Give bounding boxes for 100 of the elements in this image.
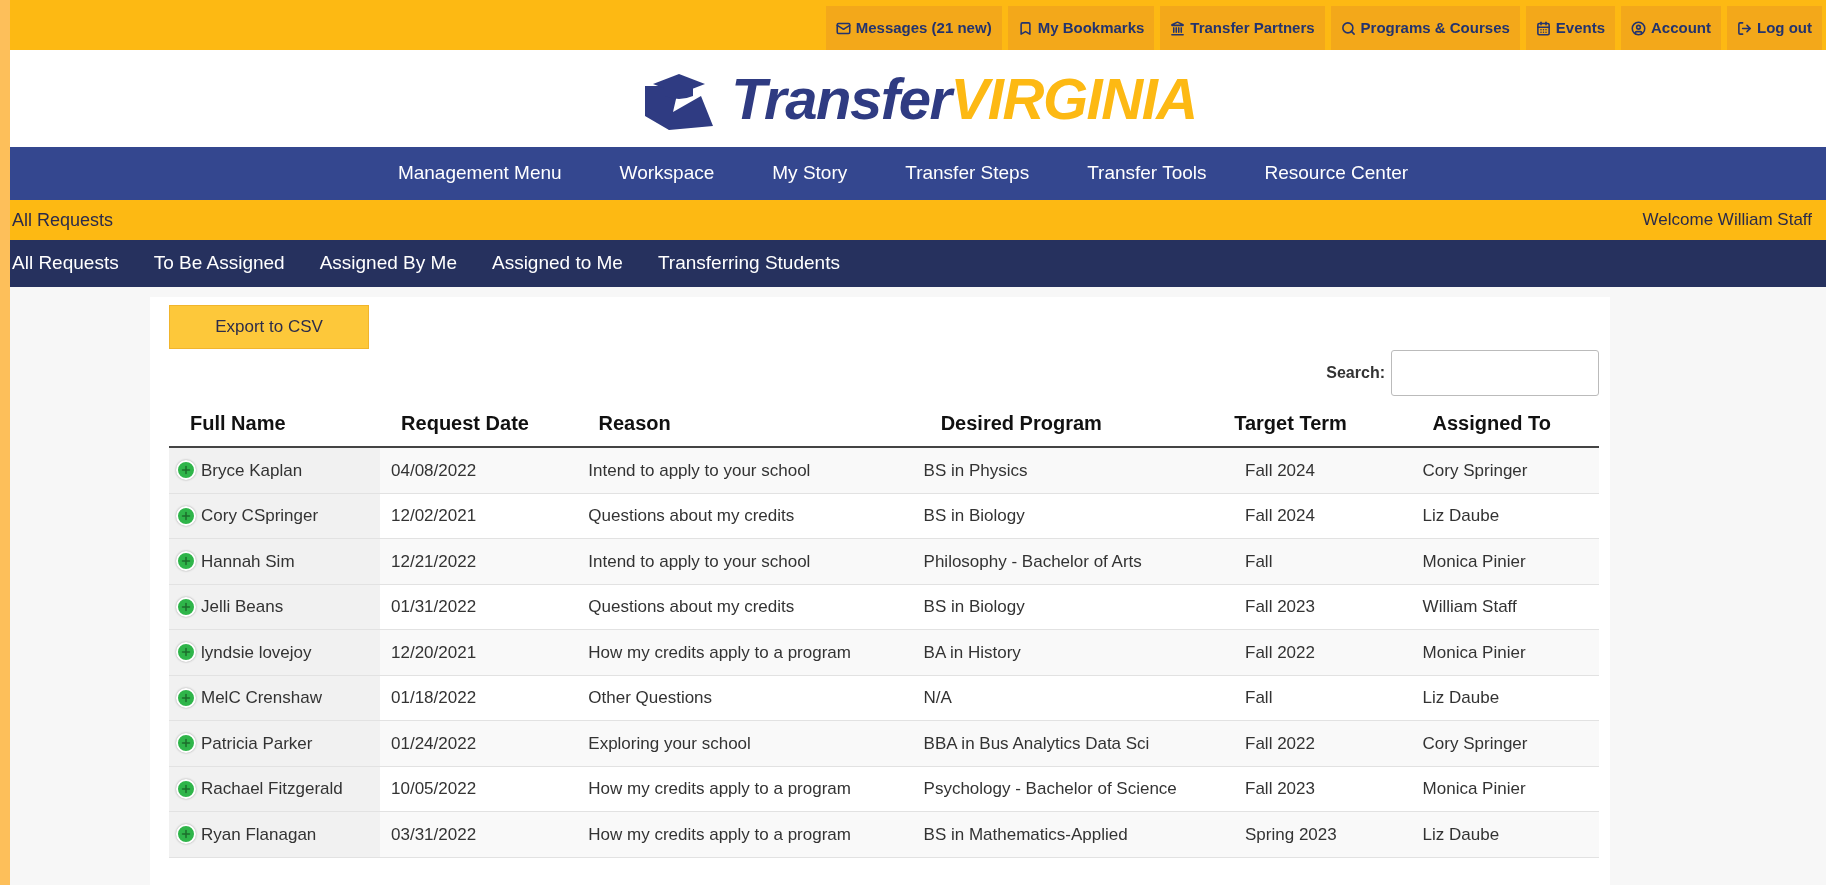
sub-nav-link[interactable]: Assigned to Me: [491, 249, 623, 278]
table-cell-text: BBA in Bus Analytics Data Sci: [923, 732, 1150, 755]
page-title: All Requests: [12, 208, 114, 232]
top-link[interactable]: Events: [1525, 6, 1615, 50]
envelope-icon: [835, 20, 851, 36]
table-cell-text: BS in Physics: [923, 459, 1028, 482]
nav-link[interactable]: Resource Center: [1264, 159, 1409, 188]
table-cell-text: 04/08/2022: [391, 459, 477, 482]
table-cell-text: Questions about my credits: [588, 505, 795, 527]
table-cell-text: William Staff: [1422, 596, 1517, 618]
column-header[interactable]: Target Term: [1234, 412, 1347, 434]
top-link[interactable]: Log out: [1727, 6, 1822, 50]
table-cell-text: Rachael Fitzgerald: [201, 778, 343, 800]
table-cell-text: Jelli Beans: [201, 596, 284, 618]
table-cell-text: N/A: [923, 687, 952, 709]
table-cell-text: Monica Pinier: [1422, 550, 1526, 573]
top-link[interactable]: Messages (21 new): [825, 6, 1002, 50]
table-cell-text: Exploring your school: [588, 732, 751, 755]
nav-link[interactable]: Workspace: [619, 159, 715, 188]
table-cell-text: Fall 2024: [1245, 505, 1315, 527]
table-cell-text: MelC Crenshaw: [201, 687, 322, 709]
column-header[interactable]: Request Date: [401, 412, 529, 434]
logout-icon: [1737, 20, 1752, 36]
expand-icon[interactable]: [176, 505, 196, 526]
table-cell-text: How my credits apply to a program: [588, 641, 851, 664]
table-cell-text: Cory CSpringer: [201, 505, 319, 527]
table-cell-text: Liz Daube: [1422, 505, 1500, 527]
table-cell-text: Questions about my credits: [588, 596, 795, 618]
table-cell-text: 03/31/2022: [391, 823, 477, 846]
logo-text: TransferVIRGINIA: [731, 69, 1197, 128]
column-header[interactable]: Full Name: [190, 412, 286, 434]
search-label: Search:: [1326, 363, 1385, 383]
table-cell-text: Liz Daube: [1422, 823, 1500, 846]
table-cell-text: BA in History: [923, 641, 1021, 664]
nav-link[interactable]: Transfer Steps: [905, 159, 1030, 188]
table-cell-text: Ryan Flanagan: [201, 823, 317, 846]
table-cell-text: Cory Springer: [1422, 459, 1528, 482]
nav-link[interactable]: Management Menu: [397, 159, 562, 188]
table-cell-text: 12/21/2022: [391, 550, 477, 573]
column-header[interactable]: Assigned To: [1432, 412, 1552, 434]
table-cell-text: Other Questions: [588, 687, 713, 709]
expand-icon[interactable]: [176, 460, 196, 481]
expand-icon[interactable]: [176, 733, 196, 754]
calendar-icon: [1535, 20, 1551, 36]
sub-nav-link[interactable]: To Be Assigned: [153, 249, 285, 278]
table-cell-text: Patricia Parker: [201, 732, 313, 755]
table-cell-text: BS in Biology: [923, 596, 1025, 618]
table-cell-text: 01/18/2022: [391, 687, 477, 709]
table-cell-text: 10/05/2022: [391, 778, 477, 800]
table-cell-text: Fall 2023: [1245, 778, 1315, 800]
export-button[interactable]: Export to CSV: [169, 305, 369, 349]
expand-icon[interactable]: [176, 778, 196, 799]
table-cell-text: Monica Pinier: [1422, 641, 1526, 664]
table-cell-text: Liz Daube: [1422, 687, 1500, 709]
table-cell-text: lyndsie lovejoy: [201, 641, 312, 664]
sub-nav-link[interactable]: Assigned By Me: [319, 249, 457, 278]
table-cell-text: Cory Springer: [1422, 732, 1528, 755]
table-cell-text: BS in Biology: [923, 505, 1025, 527]
column-header[interactable]: Desired Program: [940, 412, 1102, 434]
bank-icon: [1170, 20, 1186, 36]
table-cell-text: Spring 2023: [1245, 823, 1337, 846]
expand-icon[interactable]: [176, 596, 196, 617]
table-cell-text: Fall 2022: [1245, 732, 1315, 755]
table-cell-text: 01/24/2022: [391, 732, 477, 755]
sub-nav-link[interactable]: All Requests: [12, 249, 119, 278]
bookmark-icon: [1017, 20, 1033, 36]
welcome-text: Welcome William Staff: [1642, 209, 1812, 232]
top-link[interactable]: Account: [1621, 6, 1721, 50]
table-cell-text: Fall 2022: [1245, 641, 1315, 664]
table-cell-text: BS in Mathematics-Applied: [923, 823, 1128, 846]
column-header[interactable]: Reason: [598, 412, 671, 434]
table-cell-text: Hannah Sim: [201, 550, 295, 573]
expand-icon[interactable]: [176, 824, 196, 845]
user-icon: [1631, 20, 1646, 36]
search-field[interactable]: [1391, 350, 1599, 396]
expand-icon[interactable]: [176, 687, 196, 708]
table-cell-text: Fall: [1245, 550, 1273, 573]
table-cell-text: Fall 2023: [1245, 596, 1315, 618]
table-cell-text: Psychology - Bachelor of Science: [923, 778, 1177, 800]
expand-icon[interactable]: [176, 642, 196, 663]
table-cell-text: 12/02/2021: [391, 505, 477, 527]
table-cell-text: Intend to apply to your school: [588, 459, 811, 482]
top-link[interactable]: My Bookmarks: [1007, 6, 1155, 50]
table-cell-text: 01/31/2022: [391, 596, 477, 618]
expand-icon[interactable]: [176, 551, 196, 572]
table-cell-text: Fall: [1245, 687, 1273, 709]
search-icon: [1340, 20, 1356, 36]
table-cell-text: Intend to apply to your school: [588, 550, 811, 573]
table-cell-text: How my credits apply to a program: [588, 778, 851, 800]
nav-link[interactable]: Transfer Tools: [1087, 159, 1207, 188]
table-cell-text: How my credits apply to a program: [588, 823, 851, 846]
top-link[interactable]: Programs & Courses: [1330, 6, 1520, 50]
table-cell-text: Fall 2024: [1245, 459, 1315, 482]
table-cell-text: Monica Pinier: [1422, 778, 1526, 800]
sub-nav-link[interactable]: Transferring Students: [657, 249, 840, 278]
table-cell-text: 12/20/2021: [391, 641, 477, 664]
top-link[interactable]: Transfer Partners: [1160, 6, 1325, 50]
table-cell-text: Bryce Kaplan: [201, 459, 303, 482]
table-cell-text: Philosophy - Bachelor of Arts: [923, 550, 1142, 573]
nav-link[interactable]: My Story: [772, 159, 848, 188]
